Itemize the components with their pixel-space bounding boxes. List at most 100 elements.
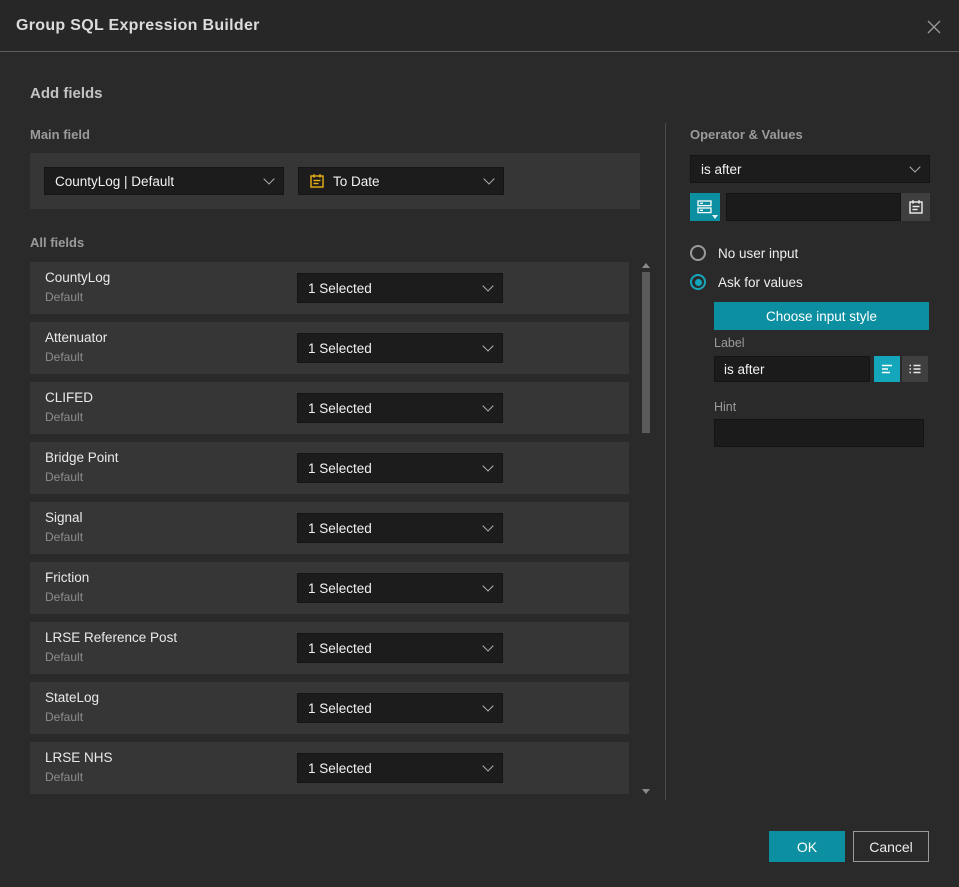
calendar-icon [908, 200, 923, 214]
field-name: Friction [45, 570, 90, 585]
date-field-dropdown-value: To Date [333, 173, 380, 189]
single-value-style-button[interactable] [874, 356, 900, 382]
field-selection-dropdown[interactable]: 1 Selected [297, 513, 503, 543]
field-name: Signal [45, 510, 83, 525]
field-selection-dropdown[interactable]: 1 Selected [297, 273, 503, 303]
label-input[interactable] [714, 356, 870, 382]
chevron-down-icon [482, 580, 494, 592]
selection-count: 1 Selected [308, 700, 372, 716]
field-selection-dropdown[interactable]: 1 Selected [297, 393, 503, 423]
radio-circle[interactable] [690, 245, 706, 261]
scrollbar-up-arrow[interactable] [642, 263, 650, 268]
field-subtitle: Default [45, 650, 84, 664]
selection-count: 1 Selected [308, 460, 372, 476]
selection-count: 1 Selected [308, 760, 372, 776]
operator-values-heading: Operator & Values [690, 127, 803, 142]
radio-ask-for-values[interactable]: Ask for values [690, 274, 803, 290]
group-sql-expression-builder-dialog: Group SQL Expression Builder Add fields … [0, 0, 959, 887]
selection-count: 1 Selected [308, 400, 372, 416]
main-field-dropdown[interactable]: CountyLog | Default [44, 167, 284, 195]
title-bar: Group SQL Expression Builder [0, 0, 959, 52]
field-selection-dropdown[interactable]: 1 Selected [297, 573, 503, 603]
field-subtitle: Default [45, 530, 84, 544]
field-name: CLIFED [45, 390, 94, 405]
field-selection-dropdown[interactable]: 1 Selected [297, 753, 503, 783]
all-fields-heading: All fields [30, 235, 85, 250]
chevron-down-icon [482, 280, 494, 292]
hint-input[interactable] [714, 419, 924, 447]
field-name: Attenuator [45, 330, 108, 345]
field-name: CountyLog [45, 270, 111, 285]
chevron-down-icon [483, 173, 495, 185]
field-selection-dropdown[interactable]: 1 Selected [297, 693, 503, 723]
main-field-panel: CountyLog | Default To Date [30, 153, 640, 209]
selection-count: 1 Selected [308, 340, 372, 356]
scrollbar-thumb[interactable] [642, 272, 650, 433]
chevron-down-icon [482, 460, 494, 472]
unique-values-button[interactable] [690, 193, 720, 221]
selection-count: 1 Selected [308, 520, 372, 536]
operator-dropdown-value: is after [701, 161, 742, 177]
choose-input-style-button[interactable]: Choose input style [714, 302, 929, 330]
field-row: CountyLog Default 1 Selected [30, 262, 629, 314]
chevron-down-icon [482, 700, 494, 712]
dialog-title: Group SQL Expression Builder [16, 16, 260, 34]
calendar-icon [309, 173, 325, 189]
align-left-icon [882, 364, 892, 374]
field-subtitle: Default [45, 350, 84, 364]
field-selection-dropdown[interactable]: 1 Selected [297, 453, 503, 483]
field-name: Bridge Point [45, 450, 119, 465]
field-row: StateLog Default 1 Selected [30, 682, 629, 734]
close-icon[interactable] [921, 14, 947, 40]
main-field-dropdown-value: CountyLog | Default [55, 173, 175, 189]
chevron-down-icon [482, 340, 494, 352]
field-subtitle: Default [45, 410, 84, 424]
selection-count: 1 Selected [308, 640, 372, 656]
date-field-dropdown[interactable]: To Date [298, 167, 504, 195]
radio-label: No user input [718, 245, 799, 261]
selection-count: 1 Selected [308, 580, 372, 596]
field-name: LRSE Reference Post [45, 630, 178, 645]
cancel-button[interactable]: Cancel [853, 831, 929, 862]
field-row: Friction Default 1 Selected [30, 562, 629, 614]
field-name: LRSE NHS [45, 750, 113, 765]
field-name: StateLog [45, 690, 100, 705]
ok-button[interactable]: OK [769, 831, 845, 862]
field-subtitle: Default [45, 290, 84, 304]
field-row: LRSE NHS Default 1 Selected [30, 742, 629, 794]
list-style-button[interactable] [902, 356, 928, 382]
chevron-down-icon [482, 640, 494, 652]
label-field-label: Label [714, 336, 745, 350]
chevron-down-icon [482, 520, 494, 532]
field-row: Signal Default 1 Selected [30, 502, 629, 554]
radio-circle[interactable] [690, 274, 706, 290]
field-subtitle: Default [45, 470, 84, 484]
date-picker-button[interactable] [901, 193, 930, 221]
operator-dropdown[interactable]: is after [690, 155, 930, 183]
chevron-down-icon [263, 173, 275, 185]
main-field-heading: Main field [30, 127, 90, 142]
field-row: CLIFED Default 1 Selected [30, 382, 629, 434]
bullet-list-icon [909, 364, 921, 374]
radio-no-user-input[interactable]: No user input [690, 245, 798, 261]
chevron-down-icon [482, 400, 494, 412]
unique-values-icon [697, 200, 712, 214]
field-subtitle: Default [45, 710, 84, 724]
selection-count: 1 Selected [308, 280, 372, 296]
value-input[interactable] [726, 193, 901, 221]
field-row: Bridge Point Default 1 Selected [30, 442, 629, 494]
field-row: Attenuator Default 1 Selected [30, 322, 629, 374]
scrollbar-down-arrow[interactable] [642, 789, 650, 794]
add-fields-heading: Add fields [30, 85, 103, 102]
radio-label: Ask for values [718, 274, 803, 290]
field-row: LRSE Reference Post Default 1 Selected [30, 622, 629, 674]
vertical-divider [665, 123, 666, 800]
chevron-down-icon [482, 760, 494, 772]
hint-field-label: Hint [714, 400, 737, 414]
field-selection-dropdown[interactable]: 1 Selected [297, 333, 503, 363]
field-selection-dropdown[interactable]: 1 Selected [297, 633, 503, 663]
caret-down-icon [712, 215, 718, 219]
chevron-down-icon [909, 161, 921, 173]
field-subtitle: Default [45, 590, 84, 604]
field-subtitle: Default [45, 770, 84, 784]
